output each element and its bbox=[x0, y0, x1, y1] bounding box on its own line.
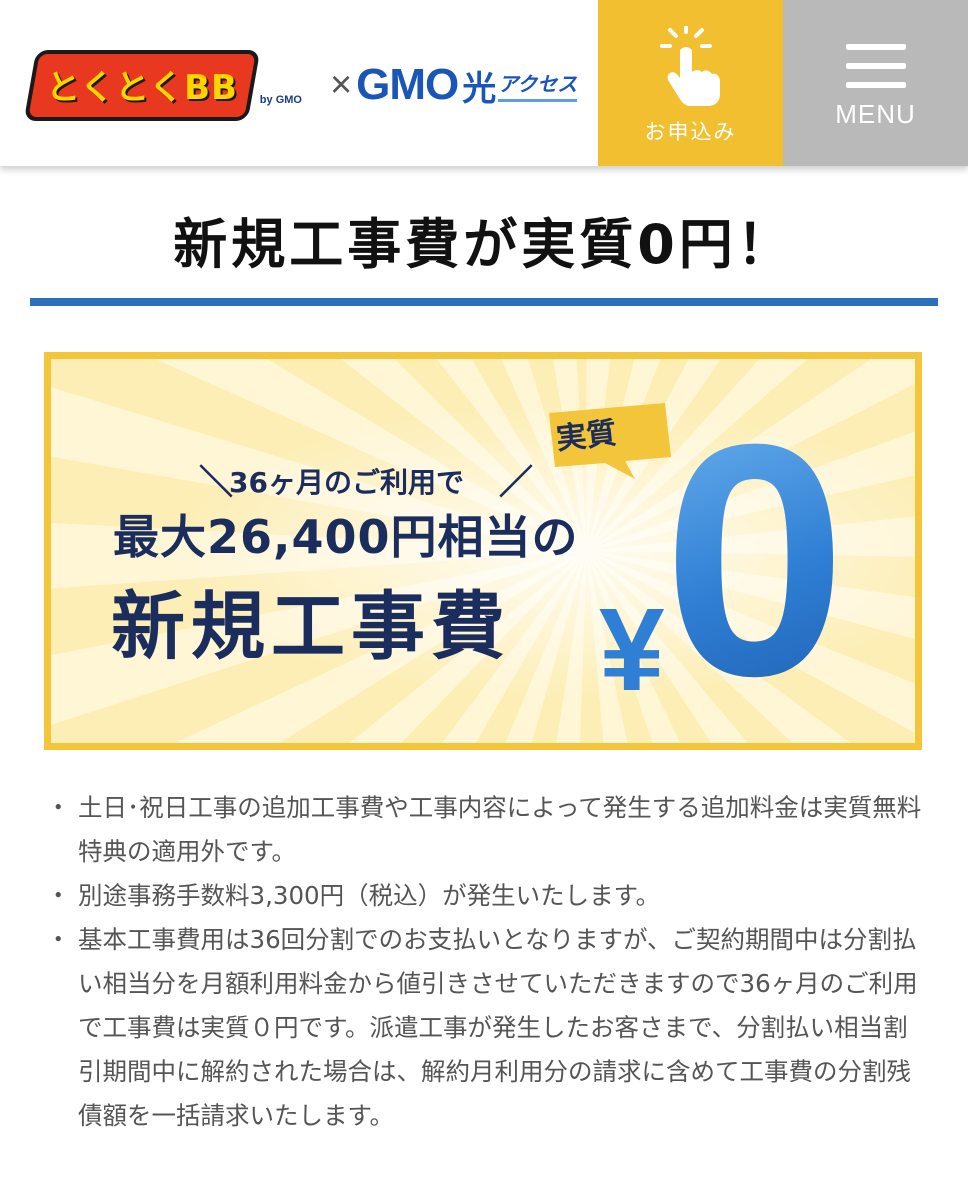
tap-hand-icon bbox=[659, 26, 720, 106]
jissitsu-label: 実質 bbox=[554, 415, 619, 458]
note-item: 別途事務手数料3,300円（税込）が発生いたします。 bbox=[46, 874, 930, 918]
collab-times: × bbox=[329, 63, 353, 106]
max-amount-text: 最大26,400円相当の bbox=[113, 510, 579, 564]
slash-right: ／ bbox=[499, 463, 533, 503]
construction-fee-text: 新規工事費 bbox=[111, 584, 511, 670]
apply-button[interactable]: お申込み bbox=[598, 0, 783, 166]
by-gmo-label: by GMO bbox=[259, 94, 302, 106]
access-logo-text: アクセス bbox=[498, 68, 578, 102]
hamburger-icon bbox=[845, 44, 906, 101]
note-item: 基本工事費用は36回分割でのお支払いとなりますが、ご契約期間中は分割払い相当分を… bbox=[46, 918, 930, 1138]
hikari-logo-text: 光 bbox=[462, 68, 497, 109]
apply-label: お申込み bbox=[644, 120, 737, 144]
menu-label: MENU bbox=[835, 99, 916, 129]
zero-figure: 0 bbox=[663, 375, 847, 744]
yen-symbol: ¥ bbox=[599, 584, 665, 716]
title-divider bbox=[30, 298, 938, 306]
tokutoku-logo-text: とくとくBB bbox=[46, 67, 238, 108]
gmo-logo-text: GMO bbox=[356, 60, 459, 109]
notes-list: 土日･祝日工事の追加工事費や工事内容によって発生する追加料金は実質無料特典の適用… bbox=[46, 786, 930, 1138]
tokutoku-bb-logo: とくとくBB bbox=[23, 49, 261, 121]
months-text: 36ヶ月のご利用で bbox=[229, 466, 464, 499]
logo-area[interactable]: とくとくBB by GMO × GMO 光 アクセス bbox=[23, 49, 578, 121]
slash-left: ＼ bbox=[199, 463, 233, 503]
site-header: とくとくBB by GMO × GMO 光 アクセス お申込み MENU bbox=[0, 0, 968, 166]
campaign-banner: 実質 ＼ 36ヶ月のご利用で ／ 最大26,400円相当の 新規工事費 0 ¥ bbox=[44, 352, 922, 750]
note-item: 土日･祝日工事の追加工事費や工事内容によって発生する追加料金は実質無料特典の適用… bbox=[46, 786, 930, 874]
page-title: 新規工事費が実質0円！ bbox=[173, 213, 795, 276]
menu-button[interactable]: MENU bbox=[783, 0, 968, 166]
